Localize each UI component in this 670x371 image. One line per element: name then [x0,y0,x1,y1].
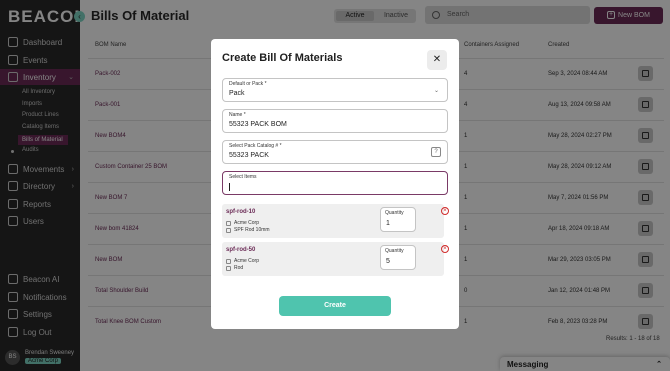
item-vendor-line: Acme Corp [226,220,259,226]
vendor-icon [226,220,231,226]
field-value: 55323 PACK [229,152,269,159]
item-vendor-line: Acme Corp [226,258,259,264]
modal-title: Create Bill Of Materials [222,52,343,64]
item-description: Rod [234,265,244,271]
create-bom-modal: Create Bill Of Materials ✕ Default or Pa… [211,39,459,329]
item-description: SPF Rod 10mm [234,227,270,233]
quantity-value: 5 [386,258,390,265]
quantity-value: 1 [386,220,390,227]
item-description-line: SPF Rod 10mm [226,227,270,233]
field-label: Name * [229,112,246,118]
description-icon [226,227,231,233]
quantity-input[interactable]: Quantity 5 [380,245,416,270]
default-or-pack-select[interactable]: Default or Pack * Pack ⌄ [222,78,448,102]
item-vendor: Acme Corp [234,258,260,264]
field-value: 55323 PACK BOM [229,121,287,128]
name-field[interactable]: Name * 55323 PACK BOM [222,109,448,133]
quantity-input[interactable]: Quantity 1 [380,207,416,232]
quantity-label: Quantity [385,210,404,216]
help-icon[interactable]: ? [431,147,441,157]
vendor-icon [226,258,231,264]
create-button[interactable]: Create [279,296,391,316]
item-code: spf-rod-50 [226,247,256,253]
description-icon [226,265,231,271]
selected-item-card: spf-rod-50 Acme Corp Rod Quantity 5 × [222,242,449,276]
item-code: spf-rod-10 [226,209,256,215]
close-icon[interactable]: ✕ [427,50,447,70]
selected-item-card: spf-rod-10 Acme Corp SPF Rod 10mm Quanti… [222,204,449,238]
remove-item-icon[interactable]: × [441,207,449,215]
quantity-label: Quantity [385,248,404,254]
pack-catalog-field[interactable]: Select Pack Catalog # * 55323 PACK ? [222,140,448,164]
remove-item-icon[interactable]: × [441,245,449,253]
chevron-down-icon: ⌄ [433,88,439,94]
field-label: Select Items [229,174,257,180]
item-description-line: Rod [226,265,243,271]
select-items-field[interactable]: Select Items [222,171,448,195]
item-vendor: Acme Corp [234,220,260,226]
field-label: Select Pack Catalog # * [229,143,282,149]
field-label: Default or Pack * [229,81,267,87]
field-value: Pack [229,90,245,97]
text-cursor [229,183,230,191]
